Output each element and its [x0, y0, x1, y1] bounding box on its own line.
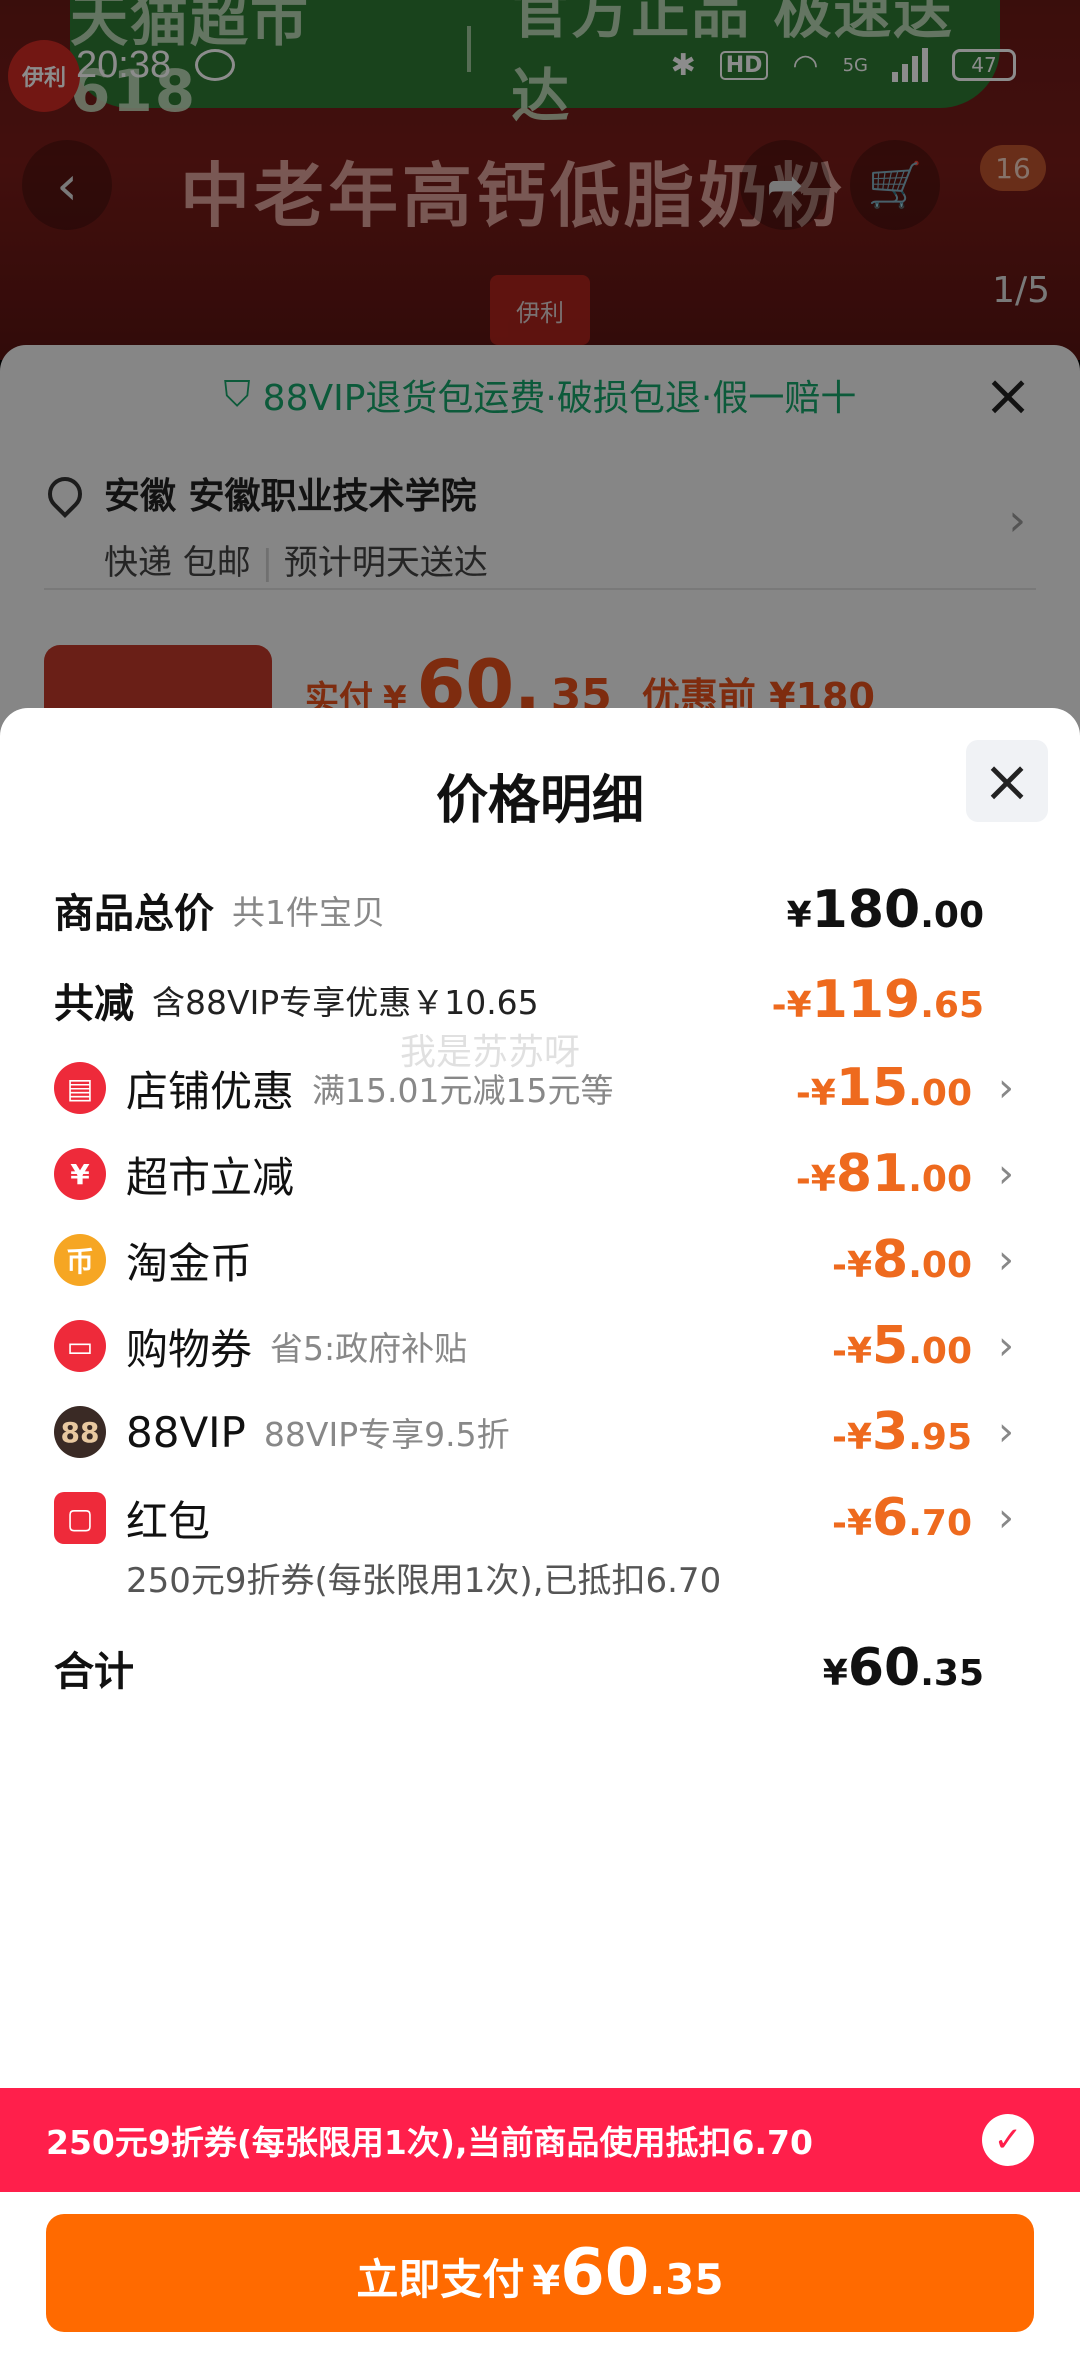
red-packet-note: 250元9折券(每张限用1次),已抵扣6.70 — [126, 1561, 722, 1601]
amount-dec: .65 — [920, 985, 984, 1026]
sum-amount: ¥ 60 .35 — [823, 1638, 984, 1698]
amount-currency: -¥ — [832, 1417, 873, 1458]
ticket-icon: ▭ — [54, 1320, 106, 1372]
discount-amount: -¥ 81 .00 — [796, 1144, 972, 1204]
amount-currency: -¥ — [771, 985, 812, 1026]
total-label: 商品总价 — [54, 891, 214, 937]
total-count: 共1件宝贝 — [232, 893, 385, 932]
amount-currency: ¥ — [822, 1653, 848, 1694]
vip88-icon: 88 — [54, 1406, 106, 1458]
discount-row-voucher[interactable]: ▭ 购物券 省5:政府补贴 -¥ 5 .00 › — [54, 1306, 1014, 1386]
chevron-right-icon: › — [998, 1065, 1014, 1111]
discount-row-supermarket[interactable]: ¥ 超市立减 -¥ 81 .00 › — [54, 1134, 1014, 1214]
amount-currency: -¥ — [832, 1331, 873, 1372]
amount-int: 3 — [872, 1402, 909, 1462]
amount-dec: .00 — [908, 1073, 972, 1114]
sum-label: 合计 — [54, 1649, 134, 1695]
pay-label: 立即支付 — [356, 2255, 525, 2304]
pay-int: 60 — [560, 2236, 650, 2310]
coin-icon: 币 — [54, 1234, 106, 1286]
amount-int: 119 — [811, 970, 921, 1030]
amount-int: 81 — [835, 1144, 909, 1204]
discount-label: 淘金币 — [126, 1238, 253, 1288]
red-packet-icon: ▢ — [54, 1492, 106, 1544]
amount-dec: .95 — [908, 1417, 972, 1458]
watermark: 我是苏苏呀 — [400, 1032, 581, 1073]
amount-dec: .00 — [908, 1245, 972, 1286]
discount-amount: -¥ 6 .70 — [832, 1488, 972, 1548]
discount-note: 省5:政府补贴 — [270, 1329, 468, 1368]
discount-label: 红包 — [126, 1496, 211, 1546]
reduction-note: 含88VIP专享优惠￥10.65 — [152, 983, 539, 1022]
discount-row-coins[interactable]: 币 淘金币 -¥ 8 .00 › — [54, 1220, 1014, 1300]
coupon-text: 250元9折券(每张限用1次),当前商品使用抵扣6.70 — [46, 2123, 813, 2162]
amount-dec: .00 — [908, 1159, 972, 1200]
pay-now-button[interactable]: 立即支付 ¥ 60 .35 — [46, 2214, 1034, 2332]
yuan-discount-icon: ¥ — [54, 1148, 106, 1200]
amount-currency: -¥ — [832, 1503, 873, 1544]
amount-int: 180 — [811, 880, 921, 940]
reduction-amount: -¥ 119 .65 — [772, 970, 984, 1030]
amount-int: 6 — [872, 1488, 909, 1548]
amount-currency: -¥ — [795, 1159, 836, 1200]
discount-amount: -¥ 8 .00 — [832, 1230, 972, 1290]
discount-label: 店铺优惠 — [126, 1066, 295, 1116]
amount-dec: .70 — [908, 1503, 972, 1544]
amount-currency: -¥ — [795, 1073, 836, 1114]
total-amount: ¥ 180 .00 — [787, 880, 984, 940]
pay-currency: ¥ — [532, 2258, 561, 2304]
coupon-applied-bar[interactable]: 250元9折券(每张限用1次),当前商品使用抵扣6.70 ✓ — [0, 2088, 1080, 2192]
amount-int: 8 — [872, 1230, 909, 1290]
chevron-right-icon: › — [998, 1151, 1014, 1197]
discount-amount: -¥ 15 .00 — [796, 1058, 972, 1118]
amount-dec: .00 — [908, 1331, 972, 1372]
shop-icon: ▤ — [54, 1062, 106, 1114]
pay-dec: .35 — [649, 2255, 724, 2304]
discount-note: 88VIP专享9.5折 — [263, 1415, 510, 1454]
total-price-row: 商品总价 共1件宝贝 ¥ 180 .00 — [54, 870, 1014, 950]
reduction-label: 共减 — [54, 981, 134, 1027]
discount-label: 购物券 — [126, 1324, 253, 1374]
discount-label: 88VIP — [126, 1407, 246, 1457]
discount-amount: -¥ 5 .00 — [832, 1316, 972, 1376]
close-button[interactable]: × — [966, 740, 1048, 822]
chevron-right-icon: › — [998, 1495, 1014, 1541]
amount-dec: .00 — [920, 895, 984, 936]
discount-row-red-packet[interactable]: ▢ 红包 -¥ 6 .70 › — [54, 1478, 1014, 1558]
discount-amount: -¥ 3 .95 — [832, 1402, 972, 1462]
amount-int: 60 — [847, 1638, 921, 1698]
check-icon[interactable]: ✓ — [982, 2114, 1034, 2166]
amount-int: 5 — [872, 1316, 909, 1376]
close-icon: × — [982, 747, 1032, 815]
chevron-right-icon: › — [998, 1323, 1014, 1369]
amount-currency: ¥ — [786, 895, 812, 936]
amount-currency: -¥ — [832, 1245, 873, 1286]
chevron-right-icon: › — [998, 1237, 1014, 1283]
discount-label: 超市立减 — [126, 1152, 295, 1202]
sum-row: 合计 ¥ 60 .35 — [54, 1628, 1014, 1708]
chevron-right-icon: › — [998, 1409, 1014, 1455]
amount-int: 15 — [835, 1058, 909, 1118]
discount-row-88vip[interactable]: 88 88VIP 88VIP专享9.5折 -¥ 3 .95 › — [54, 1392, 1014, 1472]
amount-dec: .35 — [920, 1653, 984, 1694]
sheet-title: 价格明细 — [435, 771, 644, 831]
